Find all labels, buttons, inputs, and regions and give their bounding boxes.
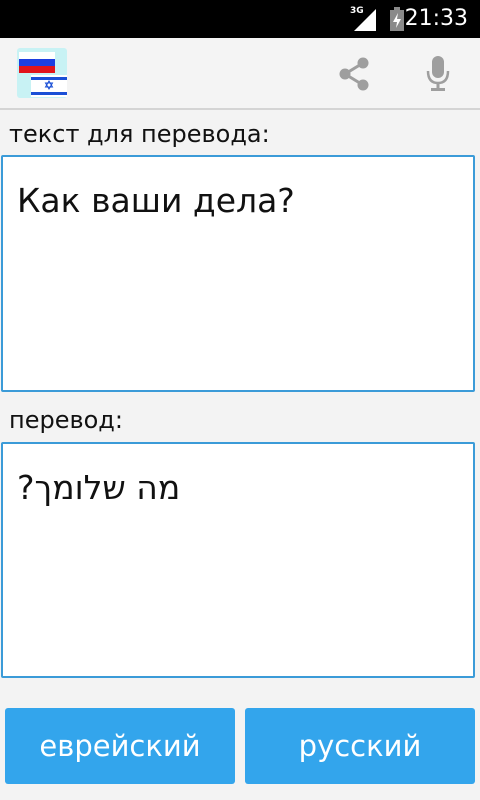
battery-charging-icon bbox=[390, 7, 404, 35]
share-icon bbox=[339, 57, 369, 91]
status-bar: 3G 21:33 bbox=[0, 0, 480, 38]
source-text-input[interactable]: Как ваши дела? bbox=[1, 155, 475, 392]
clock: 21:33 bbox=[404, 6, 468, 31]
translation-value: מה שלומך? bbox=[17, 468, 181, 507]
signal-icon bbox=[354, 9, 376, 35]
source-text-value: Как ваши дела? bbox=[17, 181, 295, 220]
translation-label: перевод: bbox=[9, 406, 123, 434]
action-bar bbox=[0, 38, 480, 110]
russia-israel-flags-icon[interactable] bbox=[17, 48, 67, 98]
share-button[interactable] bbox=[330, 54, 378, 94]
microphone-icon bbox=[426, 56, 450, 91]
microphone-button[interactable] bbox=[414, 54, 462, 94]
hebrew-language-button[interactable]: еврейский bbox=[5, 708, 235, 784]
source-text-label: текст для перевода: bbox=[9, 120, 270, 148]
translation-output[interactable]: מה שלומך? bbox=[1, 442, 475, 678]
russian-language-button[interactable]: русский bbox=[245, 708, 475, 784]
